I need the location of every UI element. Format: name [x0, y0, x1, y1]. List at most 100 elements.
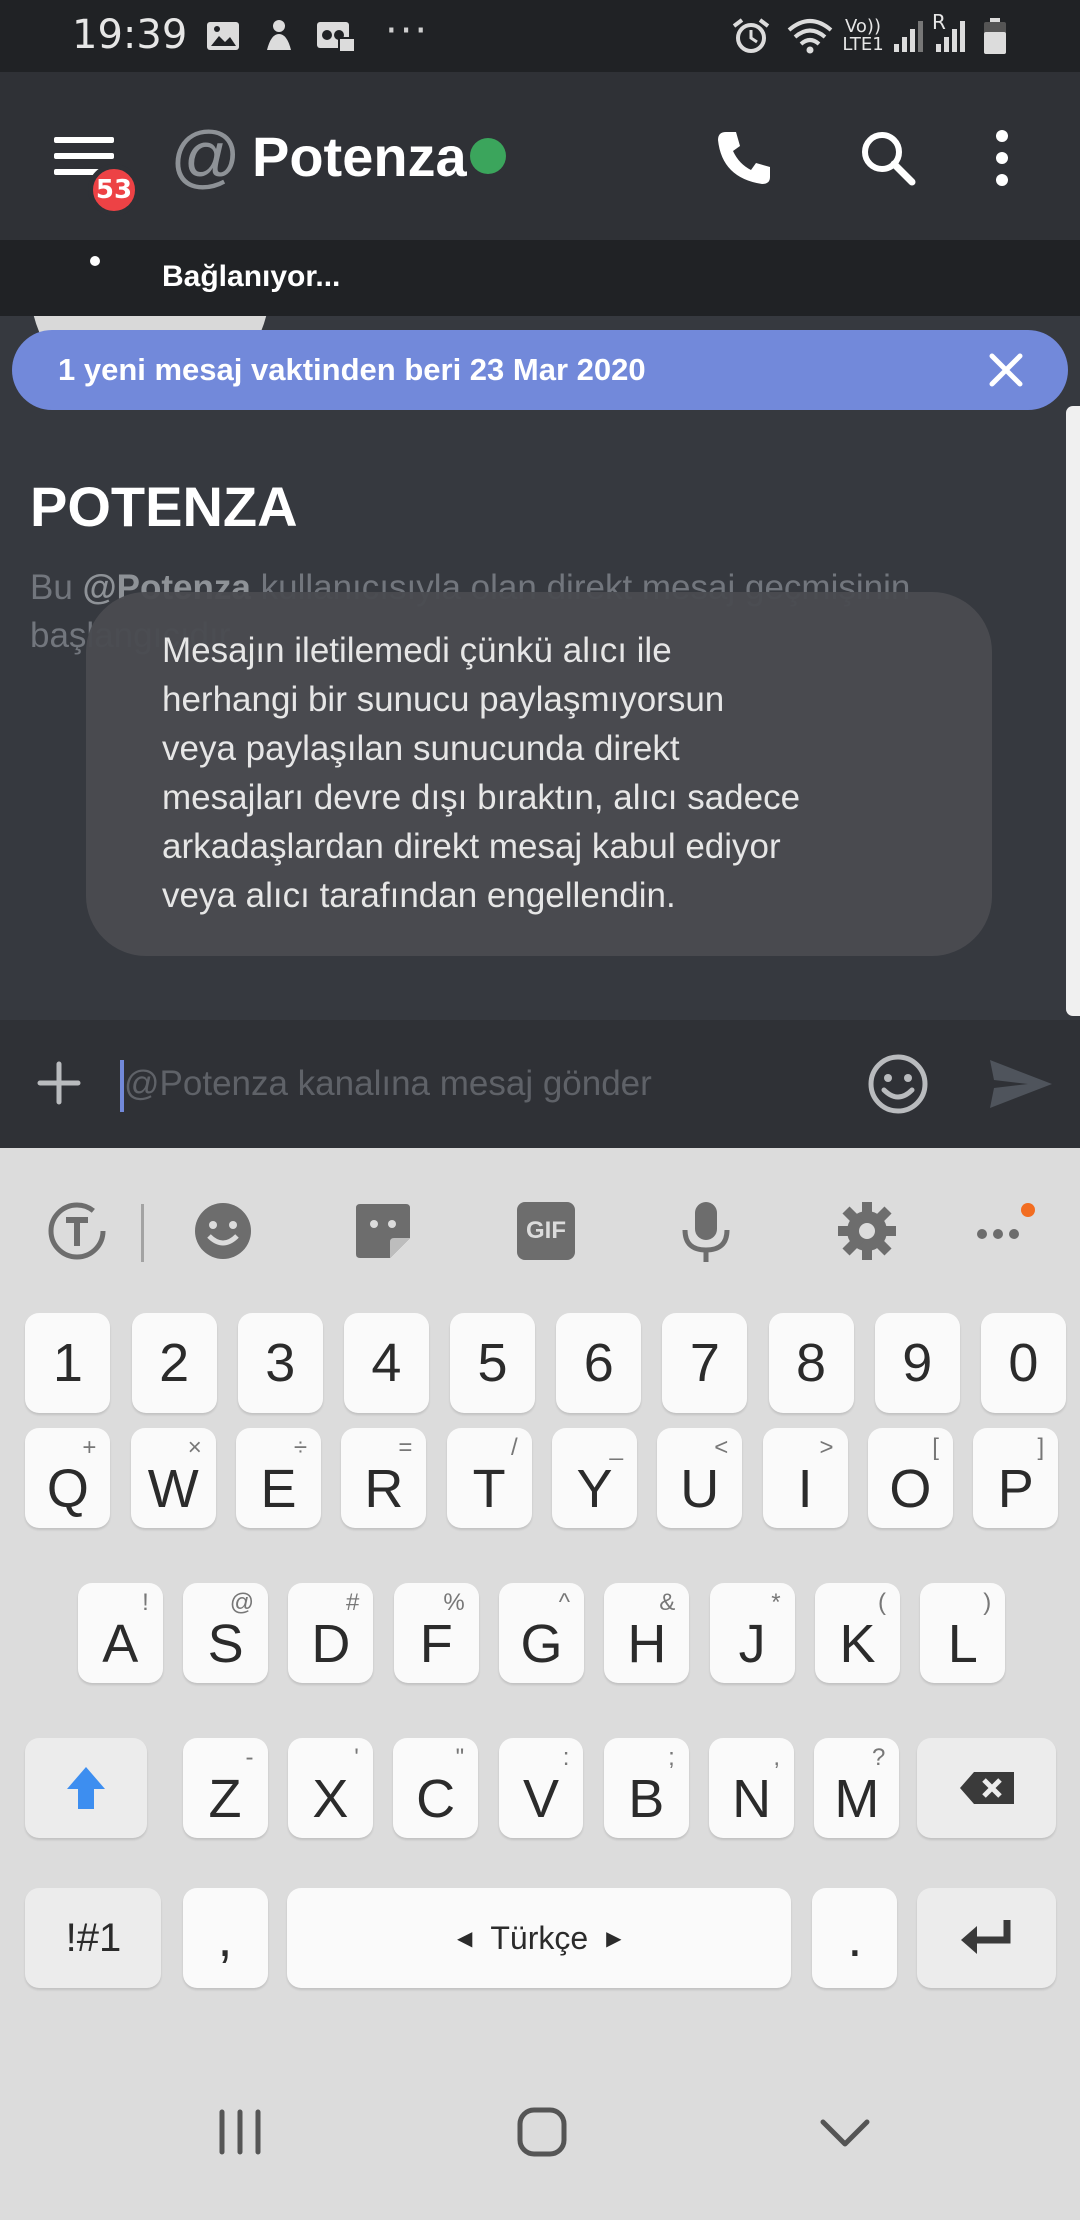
- battery-icon: [984, 18, 1006, 54]
- key-label: 3: [265, 1333, 296, 1393]
- error-toast: Mesajın iletilemedi çünkü alıcı ile herh…: [86, 592, 992, 956]
- call-icon[interactable]: [712, 126, 776, 190]
- symbols-key[interactable]: !#1: [25, 1888, 162, 1988]
- key-l[interactable]: L): [920, 1583, 1006, 1683]
- key-d[interactable]: D #: [288, 1583, 374, 1683]
- add-attachment-icon[interactable]: [34, 1058, 84, 1108]
- key-x[interactable]: X ': [287, 1738, 373, 1838]
- key-label: U: [680, 1459, 720, 1519]
- enter-icon: [960, 1920, 1011, 1954]
- clock: 19:39: [72, 12, 188, 58]
- space-next-icon: ▶: [606, 1927, 622, 1950]
- space-key[interactable]: ◀ Türkçe ▶: [287, 1888, 792, 1988]
- scrollbar[interactable]: [1066, 406, 1080, 1016]
- key-t[interactable]: T /: [446, 1428, 532, 1528]
- signal-icon-2: [936, 21, 965, 52]
- lte-label: LTE1: [842, 34, 884, 55]
- key-2[interactable]: 2: [131, 1313, 217, 1413]
- key-label: Z: [208, 1769, 242, 1829]
- key-f[interactable]: F%: [393, 1583, 479, 1683]
- close-icon[interactable]: [986, 350, 1026, 390]
- key-v[interactable]: V:: [498, 1738, 584, 1838]
- key-3[interactable]: 3: [237, 1313, 323, 1413]
- home-icon[interactable]: [512, 2102, 572, 2162]
- key-0[interactable]: 0: [980, 1313, 1066, 1413]
- period-key[interactable]: .: [812, 1888, 898, 1988]
- key-h[interactable]: H &: [604, 1583, 690, 1683]
- emoji-icon[interactable]: [190, 1198, 256, 1264]
- key-m[interactable]: M?: [814, 1738, 900, 1838]
- settings-icon[interactable]: [834, 1198, 900, 1264]
- send-icon[interactable]: [986, 1054, 1056, 1114]
- key-5[interactable]: 5: [450, 1313, 536, 1413]
- key-label: T: [472, 1459, 506, 1519]
- more-icon[interactable]: [968, 1198, 1038, 1264]
- key-q[interactable]: Q +: [25, 1428, 111, 1528]
- key-secondary-label: _: [609, 1434, 623, 1461]
- key-label: 2: [159, 1333, 190, 1393]
- key-8[interactable]: 8: [768, 1313, 854, 1413]
- dm-at-icon: @: [170, 117, 242, 195]
- key-p[interactable]: P]: [973, 1428, 1059, 1528]
- back-icon[interactable]: [815, 2102, 875, 2162]
- key-i[interactable]: I >: [762, 1428, 848, 1528]
- backspace-key[interactable]: [917, 1738, 1056, 1838]
- alarm-icon: [732, 18, 770, 53]
- translate-icon[interactable]: [44, 1198, 110, 1264]
- key-label: 9: [902, 1333, 933, 1393]
- key-s[interactable]: S @: [183, 1583, 269, 1683]
- new-messages-bar[interactable]: 1 yeni mesaj vaktinden beri 23 Mar 2020: [12, 330, 1068, 410]
- key-g[interactable]: G ^: [499, 1583, 584, 1683]
- recent-apps-icon[interactable]: [210, 2102, 270, 2162]
- key-secondary-label: @: [229, 1589, 255, 1616]
- key-z[interactable]: Z-: [182, 1738, 268, 1838]
- key-secondary-label: +: [82, 1434, 97, 1461]
- mic-icon[interactable]: [673, 1198, 739, 1264]
- key-label: O: [889, 1459, 932, 1519]
- overflow-menu-icon[interactable]: [982, 126, 1022, 190]
- emoji-picker-icon[interactable]: [866, 1052, 930, 1116]
- shift-key[interactable]: [25, 1738, 148, 1838]
- message-input[interactable]: @Potenza kanalına mesaj gönder: [124, 1064, 652, 1104]
- search-icon[interactable]: [856, 126, 920, 190]
- key-k[interactable]: K(: [815, 1583, 900, 1683]
- space-label: Türkçe: [490, 1919, 589, 1956]
- key-label: M: [834, 1769, 880, 1829]
- message-composer: @Potenza kanalına mesaj gönder: [0, 1020, 1080, 1148]
- key-6[interactable]: 6: [556, 1313, 642, 1413]
- key-b[interactable]: B;: [603, 1738, 689, 1838]
- key-secondary-label: %: [443, 1589, 465, 1616]
- key-j[interactable]: J *: [709, 1583, 795, 1683]
- key-a[interactable]: A!: [77, 1583, 163, 1683]
- key-secondary-label: ?: [872, 1744, 886, 1771]
- gif-icon[interactable]: GIF: [517, 1202, 575, 1260]
- key-label: Y: [576, 1459, 613, 1519]
- key-c[interactable]: C ": [393, 1738, 479, 1838]
- key-7[interactable]: 7: [662, 1313, 748, 1413]
- key-secondary-label: &: [659, 1589, 676, 1616]
- key-9[interactable]: 9: [874, 1313, 960, 1413]
- key-secondary-label: >: [819, 1434, 834, 1461]
- key-o[interactable]: O[: [867, 1428, 953, 1528]
- key-label: A: [102, 1614, 139, 1674]
- key-e[interactable]: E ÷: [236, 1428, 322, 1528]
- key-1[interactable]: 1: [25, 1313, 111, 1413]
- comma-key[interactable]: ,: [182, 1888, 268, 1988]
- key-y[interactable]: Y _: [552, 1428, 637, 1528]
- sticker-icon[interactable]: [350, 1198, 416, 1264]
- key-r[interactable]: R =: [341, 1428, 427, 1528]
- key-secondary-label: ;: [668, 1744, 675, 1771]
- key-label: 8: [796, 1333, 827, 1393]
- key-u[interactable]: U <: [657, 1428, 743, 1528]
- toast-line: herhangi bir sunucu paylaşmıyorsun: [162, 680, 725, 719]
- key-4[interactable]: 4: [343, 1313, 429, 1413]
- key-secondary-label: ^: [558, 1589, 570, 1616]
- key-label: R: [364, 1459, 404, 1519]
- key-w[interactable]: W ×: [130, 1428, 216, 1528]
- enter-key[interactable]: [917, 1888, 1056, 1988]
- key-secondary-label: ]: [1037, 1434, 1045, 1461]
- loading-spinner-icon: [90, 256, 100, 266]
- key-secondary-label: (: [877, 1589, 886, 1616]
- key-label: W: [147, 1459, 199, 1519]
- key-n[interactable]: N,: [709, 1738, 795, 1838]
